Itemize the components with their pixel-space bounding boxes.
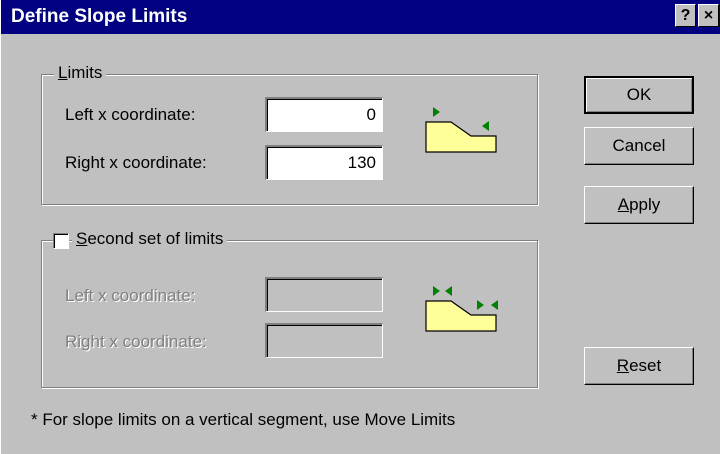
reset-key: R bbox=[616, 356, 630, 375]
window-title: Define Slope Limits bbox=[11, 6, 188, 27]
close-button[interactable]: × bbox=[698, 4, 719, 27]
title-bar[interactable]: Define Slope Limits ? × bbox=[1, 0, 720, 34]
second-legend-key: S bbox=[76, 229, 88, 248]
second-slope-limits-icon bbox=[425, 286, 498, 332]
apply-rest: pply bbox=[629, 195, 661, 214]
second-right-x-label: Right x coordinate: bbox=[65, 332, 207, 351]
cancel-button[interactable]: Cancel bbox=[584, 127, 694, 165]
second-limits-legend[interactable]: Second set of limits bbox=[72, 229, 228, 249]
footnote: * For slope limits on a vertical segment… bbox=[31, 410, 456, 429]
help-button[interactable]: ? bbox=[675, 4, 696, 27]
second-left-x-label: Left x coordinate: bbox=[65, 286, 196, 305]
reset-button[interactable]: Reset bbox=[584, 347, 694, 385]
limits-legend: Limits bbox=[54, 63, 107, 83]
second-right-x-input bbox=[265, 323, 383, 358]
limits-legend-rest: imits bbox=[67, 63, 103, 82]
second-legend-rest: econd set of limits bbox=[87, 229, 224, 248]
ok-button[interactable]: OK bbox=[584, 76, 694, 114]
second-left-x-input bbox=[265, 277, 383, 312]
second-limits-checkbox[interactable] bbox=[53, 233, 69, 249]
define-slope-limits-dialog: Define Slope Limits ? × Limits Left x co… bbox=[0, 0, 720, 454]
apply-key: A bbox=[617, 195, 630, 214]
left-x-label: Left x coordinate: bbox=[65, 105, 196, 124]
left-x-input[interactable]: 0 bbox=[265, 97, 383, 132]
right-x-label: Right x coordinate: bbox=[65, 153, 207, 172]
reset-rest: eset bbox=[629, 356, 662, 375]
right-x-input[interactable]: 130 bbox=[265, 145, 383, 180]
apply-button[interactable]: Apply bbox=[584, 186, 694, 224]
slope-limits-icon bbox=[425, 107, 497, 153]
